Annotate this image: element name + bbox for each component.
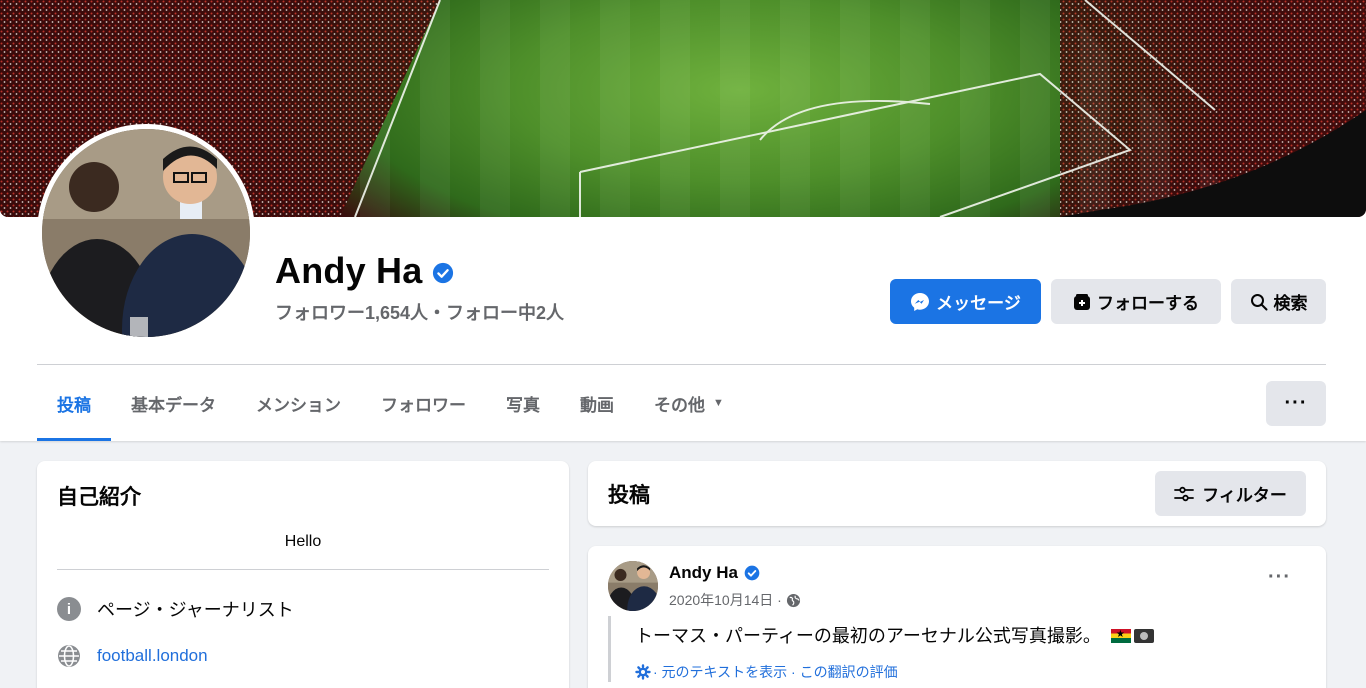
post-content: トーマス・パーティーの最初のアーセナル公式写真撮影。 · 元のテキストを表示 ·…: [608, 616, 1268, 682]
more-options-button[interactable]: ···: [1266, 381, 1326, 426]
post-author-name[interactable]: Andy Ha: [669, 563, 760, 583]
caret-down-icon: ▼: [713, 397, 724, 409]
search-icon: [1250, 293, 1267, 310]
verified-badge-icon: [744, 565, 760, 581]
profile-avatar[interactable]: [42, 129, 250, 337]
tab-posts[interactable]: 投稿: [37, 365, 111, 441]
post-meta: 2020年10月14日 ·: [669, 590, 801, 610]
ghana-flag-icon: [1110, 629, 1131, 643]
tab-about[interactable]: 基本データ: [111, 365, 236, 441]
info-icon: i: [57, 597, 81, 621]
post-date[interactable]: 2020年10月14日 ·: [669, 590, 782, 610]
tab-mentions-label: メンション: [256, 395, 341, 415]
intro-bio: Hello: [284, 533, 322, 550]
tab-photos-label: 写真: [506, 395, 540, 415]
post-text-row: トーマス・パーティーの最初のアーセナル公式写真撮影。: [635, 622, 1268, 648]
globe-icon: [57, 644, 81, 668]
posts-header-card: 投稿 フィルター: [588, 461, 1326, 526]
profile-name-row: Andy Ha: [275, 249, 454, 293]
tab-photos[interactable]: 写真: [486, 365, 560, 441]
translation-row: · 元のテキストを表示 · この翻訳の評価: [635, 662, 1268, 682]
intro-website-link[interactable]: football.london: [97, 646, 208, 666]
avatar-photo-icon: [608, 561, 658, 611]
tab-videos-label: 動画: [580, 395, 614, 415]
tab-videos[interactable]: 動画: [560, 365, 634, 441]
intro-divider: [57, 569, 549, 570]
search-button[interactable]: 検索: [1231, 279, 1326, 324]
filter-button[interactable]: フィルター: [1155, 471, 1306, 516]
tab-posts-label: 投稿: [57, 395, 91, 415]
message-button[interactable]: メッセージ: [890, 279, 1041, 324]
verified-badge-icon: [433, 262, 454, 284]
tab-mentions[interactable]: メンション: [236, 365, 361, 441]
message-button-label: メッセージ: [936, 294, 1021, 313]
tab-about-label: 基本データ: [131, 395, 216, 415]
intro-website-row: football.london: [57, 644, 549, 668]
intro-card: 自己紹介 Hello i ページ・ジャーナリスト football.london: [37, 461, 569, 688]
public-globe-icon: [786, 593, 800, 607]
translation-links[interactable]: · 元のテキストを表示 · この翻訳の評価: [653, 662, 898, 682]
post-text: トーマス・パーティーの最初のアーセナル公式写真撮影。: [635, 626, 1101, 646]
follow-button[interactable]: フォローする: [1051, 279, 1221, 324]
posts-title: 投稿: [608, 483, 650, 507]
tab-followers-label: フォロワー: [381, 395, 466, 415]
follow-button-label: フォローする: [1097, 294, 1199, 313]
tab-more[interactable]: その他 ▼: [634, 365, 744, 441]
intro-title: 自己紹介: [57, 486, 141, 509]
avatar-photo-icon: [42, 129, 250, 337]
follow-icon: [1074, 293, 1090, 310]
post-card: Andy Ha 2020年10月14日 · ··· トーマス・パーティーの最初の…: [588, 546, 1326, 688]
tab-followers[interactable]: フォロワー: [361, 365, 486, 441]
post-author-avatar[interactable]: [608, 561, 658, 611]
profile-tabs: 投稿 基本データ メンション フォロワー 写真 動画 その他 ▼: [37, 365, 744, 441]
follower-stats[interactable]: フォロワー1,654人・フォロー中2人: [275, 299, 564, 325]
intro-category: ページ・ジャーナリスト: [97, 600, 294, 620]
post-author-label: Andy Ha: [669, 563, 738, 582]
messenger-icon: [911, 292, 930, 311]
more-options-label: ···: [1284, 392, 1308, 414]
profile-name: Andy Ha: [275, 250, 423, 291]
profile-header: Andy Ha フォロワー1,654人・フォロー中2人 メッセージ フォローする…: [0, 0, 1366, 441]
search-button-label: 検索: [1273, 294, 1308, 313]
tab-more-label: その他: [654, 395, 705, 415]
filter-button-label: フィルター: [1202, 486, 1287, 505]
intro-category-row: i ページ・ジャーナリスト: [57, 596, 549, 622]
gear-icon: [635, 664, 651, 680]
camera-icon: [1133, 629, 1154, 643]
post-menu-button[interactable]: ···: [1268, 566, 1291, 589]
filter-sliders-icon: [1174, 486, 1195, 501]
